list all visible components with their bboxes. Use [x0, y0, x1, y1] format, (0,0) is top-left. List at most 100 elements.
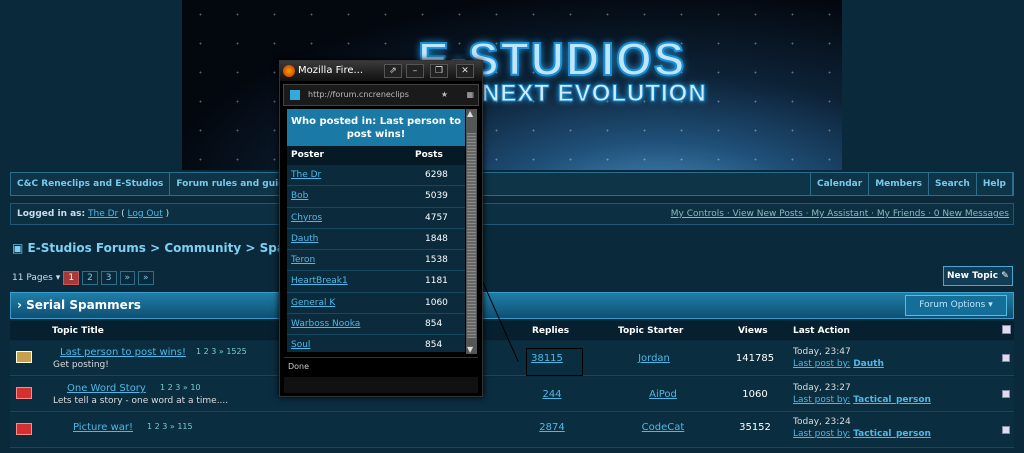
replies-highlight-box [526, 348, 583, 376]
logged-in-label: Logged in as: [17, 209, 86, 219]
table-row: One Word Story 1 2 3 » 10 Lets tell a st… [10, 377, 1014, 412]
header-replies[interactable]: Replies [532, 326, 569, 336]
poster-name-link[interactable]: General K [291, 293, 335, 314]
last-action: Today, 23:27 Last post by: Tactical_perso… [793, 382, 931, 406]
poster-name-link[interactable]: HeartBreak1 [291, 271, 348, 292]
poster-post-count: 1538 [425, 255, 448, 266]
chevron-down-icon[interactable]: ▾ [56, 273, 61, 283]
arrow-right-icon: › [17, 298, 22, 312]
poster-row: Bob 5039 [287, 186, 465, 208]
topic-description: Get posting! [53, 360, 109, 370]
poster-name-link[interactable]: Warboss Nooka [291, 314, 360, 335]
breadcrumb-icon: ▣ [12, 241, 28, 255]
select-all-checkbox[interactable] [1002, 325, 1011, 334]
header-topic-title[interactable]: Topic Title [52, 326, 104, 336]
nav-link-search[interactable]: Search [929, 173, 977, 195]
category-header: › Serial Spammers Forum Options ▾ [10, 292, 1014, 319]
restore-button[interactable]: ❐ [430, 64, 448, 78]
header-last-action[interactable]: Last Action [793, 326, 850, 336]
topic-pages[interactable]: 1 2 3 » 10 [160, 383, 201, 392]
poster-table-header: Poster Posts [287, 146, 465, 165]
poster-name-link[interactable]: Soul [291, 335, 310, 352]
row-checkbox[interactable] [1002, 390, 1010, 398]
minimize-button[interactable]: – [406, 64, 424, 78]
last-post-label[interactable]: Last post by: [793, 395, 850, 405]
popup-url[interactable]: http://forum.cncreneclips [308, 90, 409, 99]
last-action-time: Today, 23:27 [793, 383, 851, 393]
page-link-2[interactable]: 2 [82, 271, 98, 285]
topic-pages[interactable]: 1 2 3 » 1525 [196, 347, 247, 356]
nav-link-members[interactable]: Members [869, 173, 929, 195]
scrollbar-thumb[interactable] [467, 133, 476, 338]
last-post-label[interactable]: Last post by: [793, 429, 850, 439]
topic-starter-link[interactable]: CodeCat [623, 422, 703, 433]
row-checkbox[interactable] [1002, 426, 1010, 434]
poster-name-link[interactable]: Chyros [291, 208, 322, 229]
firefox-popup-window: Mozilla Fire... ⇗ – ❐ ✕ http://forum.cnc… [279, 60, 483, 397]
poster-post-count: 4757 [425, 212, 448, 223]
poster-post-count: 1181 [425, 276, 448, 287]
site-favicon-icon [290, 90, 300, 100]
grid-icon[interactable]: ▦ [466, 85, 474, 105]
topic-title-link[interactable]: Last person to post wins! [60, 347, 186, 358]
nav-link-rules[interactable]: Forum rules and guid [170, 173, 292, 195]
last-action: Today, 23:24 Last post by: Tactical_perso… [793, 416, 931, 440]
header-topic-starter[interactable]: Topic Starter [618, 326, 683, 336]
scroll-down-icon[interactable]: ▼ [467, 345, 473, 354]
scroll-up-icon[interactable]: ▲ [467, 109, 473, 118]
replies-link[interactable]: 2874 [512, 422, 592, 433]
nav-link-calendar[interactable]: Calendar [811, 173, 870, 195]
views-count: 1060 [742, 389, 768, 400]
poster-name-link[interactable]: Dauth [291, 229, 318, 250]
popup-titlebar[interactable]: Mozilla Fire... ⇗ – ❐ ✕ [280, 61, 482, 81]
last-poster-link[interactable]: Dauth [853, 359, 884, 369]
pagination: 11 Pages ▾ 1 2 3 » » [12, 271, 154, 285]
nav-link-help[interactable]: Help [977, 173, 1013, 195]
username-link[interactable]: The Dr [88, 209, 118, 219]
page-link-1[interactable]: 1 [63, 271, 80, 285]
page-next[interactable]: » [119, 271, 136, 285]
popup-address-bar[interactable]: http://forum.cncreneclips ★ ▦ [283, 84, 479, 106]
header-views[interactable]: Views [738, 326, 768, 336]
poster-row: Chyros 4757 [287, 208, 465, 229]
logout-link[interactable]: Log Out [127, 209, 162, 219]
forum-options-label: Forum Options [919, 300, 986, 310]
col-posts: Posts [415, 150, 443, 160]
last-post-label[interactable]: Last post by: [793, 359, 850, 369]
poster-name-link[interactable]: Teron [291, 250, 315, 271]
topic-description: Lets tell a story - one word at a time..… [53, 396, 229, 406]
topic-title-link[interactable]: One Word Story [67, 383, 146, 394]
topic-pages[interactable]: 1 2 3 » 115 [147, 422, 193, 431]
user-links[interactable]: My Controls · View New Posts · My Assist… [671, 204, 1009, 224]
poster-name-link[interactable]: The Dr [291, 165, 321, 186]
poster-row: The Dr 6298 [287, 165, 465, 187]
category-title: Serial Spammers [26, 298, 141, 312]
user-bar: Logged in as: The Dr ( Log Out ) My Cont… [10, 203, 1014, 225]
page-link-3[interactable]: 3 [100, 271, 117, 285]
popup-scrollbar[interactable]: ▲ ▼ [466, 109, 477, 354]
nav-link-home[interactable]: C&C Reneclips and E-Studios [11, 173, 171, 195]
last-poster-link[interactable]: Tactical_person [853, 395, 931, 405]
star-icon[interactable]: ★ [441, 85, 448, 105]
close-button[interactable]: ✕ [456, 64, 474, 78]
forum-options-button[interactable]: Forum Options ▾ [905, 295, 1007, 316]
views-count: 35152 [739, 422, 771, 433]
poster-post-count: 854 [425, 319, 443, 330]
topic-starter-link[interactable]: Jordan [614, 353, 694, 364]
topic-title-link[interactable]: Picture war! [73, 422, 133, 433]
topic-table-header: Topic Title Replies Topic Starter Views … [10, 321, 1014, 340]
poster-row: Soul 854 [287, 335, 465, 352]
topic-starter-link[interactable]: AiPod [623, 389, 703, 400]
page-last[interactable]: » [138, 271, 154, 285]
row-checkbox[interactable] [1002, 354, 1010, 362]
page-count-dropdown[interactable]: 11 Pages [12, 273, 53, 283]
popup-heading: Who posted in: Last person to post wins! [287, 109, 465, 146]
poster-post-count: 1848 [425, 233, 448, 244]
pin-icon[interactable]: ⇗ [384, 64, 402, 78]
poster-row: Teron 1538 [287, 250, 465, 272]
last-poster-link[interactable]: Tactical_person [853, 429, 931, 439]
new-topic-button[interactable]: New Topic ✎ [943, 266, 1013, 286]
poster-row: Dauth 1848 [287, 229, 465, 251]
poster-name-link[interactable]: Bob [291, 186, 308, 207]
replies-link[interactable]: 244 [512, 389, 592, 400]
